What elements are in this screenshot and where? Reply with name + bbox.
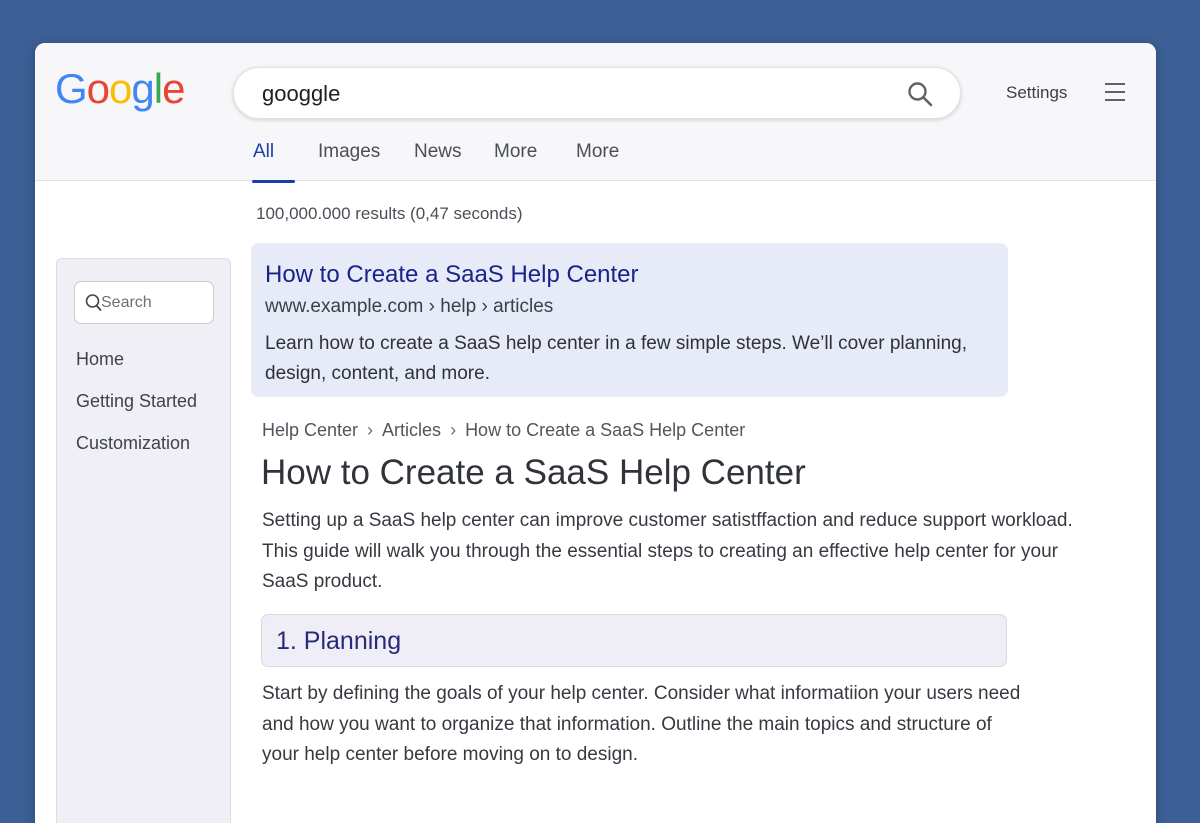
tab-images[interactable]: Images (318, 141, 398, 181)
logo-letter-g2: g (131, 65, 154, 112)
tab-more-2[interactable]: More (576, 141, 636, 181)
tab-more[interactable]: More (494, 141, 554, 181)
breadcrumb-help-center[interactable]: Help Center (262, 420, 358, 440)
help-sidebar: Home Getting Started Customization (56, 258, 231, 823)
article-intro: Setting up a SaaS help center can improv… (262, 510, 1073, 592)
breadcrumb-current: How to Create a SaaS Help Center (465, 420, 746, 440)
menu-button[interactable] (1103, 81, 1129, 105)
logo-letter-o1: o (86, 65, 110, 112)
search-input[interactable] (262, 78, 882, 110)
breadcrumb: Help Center › Articles › How to Create a Saa… (262, 420, 745, 441)
logo-letter-l: l (153, 65, 163, 112)
search-tabs: All Images News More More (252, 141, 619, 183)
breadcrumb-separator: › (450, 420, 457, 440)
breadcrumb-articles[interactable]: Articles (382, 420, 441, 440)
search-button[interactable] (906, 80, 934, 108)
google-logo[interactable]: Google (55, 65, 185, 113)
logo-letter-g: G (55, 65, 88, 112)
result-url: www.example.com › help › articles (265, 296, 554, 317)
tab-all[interactable]: All (252, 141, 295, 183)
sidebar-item-getting-started[interactable]: Getting Started (76, 391, 197, 412)
search-result-card: How to Create a SaaS Help Center www.exa… (251, 243, 1008, 397)
section-heading-box: 1. Planning (261, 614, 1007, 667)
breadcrumb-separator: › (367, 420, 374, 440)
logo-letter-o2: o (109, 65, 132, 112)
sidebar-item-customization[interactable]: Customization (76, 433, 190, 454)
section-heading: 1. Planning (276, 627, 402, 655)
sidebar-search (74, 281, 214, 324)
section-body: Start by defining the goals of your help… (262, 683, 1021, 765)
result-title-link[interactable]: How to Create a SaaS Help Center (265, 261, 639, 289)
sidebar-search-input[interactable] (101, 292, 209, 314)
result-snippet: Learn how to create a SaaS help center i… (265, 333, 967, 384)
settings-link[interactable]: Settings (1006, 83, 1067, 103)
browser-window: Google Settings All Images News More Mor… (35, 43, 1156, 823)
magnifier-icon (908, 82, 933, 107)
sidebar-item-home[interactable]: Home (76, 349, 124, 370)
search-bar (233, 67, 961, 119)
result-stats: 100,000.000 results (0,47 seconds) (256, 204, 523, 223)
logo-letter-e: e (162, 65, 185, 112)
page-title: How to Create a SaaS Help Center (261, 453, 806, 492)
search-header: Google Settings All Images News More Mor… (35, 43, 1156, 183)
hamburger-icon (1103, 81, 1129, 101)
tab-news[interactable]: News (414, 141, 474, 181)
